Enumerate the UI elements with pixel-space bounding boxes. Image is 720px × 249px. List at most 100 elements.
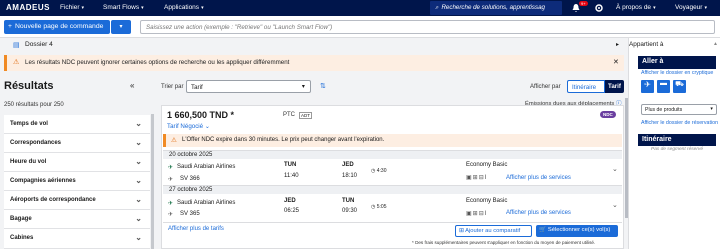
- flight-number: SV 366: [180, 176, 200, 182]
- select-flights-button[interactable]: 🛒 Sélectionner ce(s) vol(s): [536, 225, 618, 237]
- pax-label: PTC: [283, 112, 295, 118]
- offer-price: 1 660,500 TND *: [167, 110, 235, 120]
- cabin-class: Economy Basic: [466, 198, 508, 204]
- action-input[interactable]: Saisissez une action (exemple : "Retriev…: [140, 20, 715, 34]
- plus-icon: +: [8, 23, 12, 30]
- new-order-button[interactable]: + Nouvelle page de commande: [4, 20, 110, 34]
- pax-type: ADT: [299, 112, 312, 119]
- gear-icon[interactable]: [594, 3, 604, 13]
- global-search-input[interactable]: ⌕ Recherche de solutions, apprentissag: [430, 1, 562, 15]
- ndc-badge: NDC: [600, 111, 616, 118]
- menu-about[interactable]: À propos de ▾: [616, 4, 656, 11]
- amadeus-logo: AMADEUS: [6, 3, 50, 12]
- more-products-select[interactable]: Plus de produits ▾: [641, 104, 717, 115]
- more-services-link[interactable]: Afficher plus de services: [506, 175, 571, 181]
- payment-footnote: * Des frais supplémentaires peuvent s'ap…: [412, 240, 596, 245]
- side-panel-header: Appartient à: [629, 41, 664, 48]
- warning-icon: ⚠: [171, 137, 177, 144]
- sort-label: Trier par: [161, 84, 184, 90]
- plane-icon: ✈: [168, 212, 174, 218]
- chevron-down-icon: ⌄: [135, 214, 142, 223]
- new-order-dropdown-button[interactable]: ▾: [111, 20, 131, 34]
- chevron-down-icon: ▾: [119, 24, 123, 30]
- dossier-label[interactable]: Dossier 4: [25, 41, 53, 48]
- more-fares-link[interactable]: Afficher plus de tarifs: [168, 226, 224, 232]
- cabin-class: Economy Basic: [466, 162, 508, 168]
- goto-header: Aller à: [638, 56, 716, 69]
- command-bar: + Nouvelle page de commande ▾ Saisissez u…: [0, 16, 720, 38]
- reservation-link[interactable]: Afficher le dossier de réservation: [641, 120, 718, 126]
- display-itinerary-button[interactable]: Itinéraire: [567, 80, 605, 93]
- ndc-warning-banner: ⚠ Les résultats NDC peuvent ignorer cert…: [4, 55, 624, 71]
- chevron-down-icon[interactable]: ⌄: [612, 165, 618, 173]
- filter-connection-airports[interactable]: Aéroports de correspondance ⌄: [4, 191, 150, 210]
- chevron-down-icon: ▾: [301, 83, 305, 90]
- airline-name: Saudi Arabian Airlines: [177, 164, 236, 170]
- notification-badge: 9+: [579, 1, 588, 6]
- chevron-down-icon: ▾: [710, 106, 713, 112]
- filter-connections[interactable]: Correspondances ⌄: [4, 134, 150, 153]
- results-count: 250 résultats pour 250: [4, 102, 64, 108]
- chevron-down-icon: ⌄: [135, 157, 142, 166]
- dep-airport: JED: [284, 198, 296, 204]
- duration: ◷ 4:30: [371, 168, 387, 174]
- add-to-compare-button[interactable]: ⊞ Ajouter au comparatif: [455, 225, 532, 237]
- close-icon[interactable]: ✕: [613, 58, 619, 66]
- dep-airport: TUN: [284, 162, 297, 168]
- chevron-down-icon: ⌄: [135, 176, 142, 185]
- panel-toggle-icon[interactable]: ▸: [616, 41, 619, 48]
- filter-flight-time[interactable]: Temps de vol ⌄: [4, 115, 150, 134]
- airline-name: Saudi Arabian Airlines: [177, 200, 236, 206]
- menu-fichier[interactable]: Fichier ▾: [60, 4, 84, 11]
- segment-date-bar: 27 octobre 2025: [163, 185, 622, 194]
- amenities-icons: ▣⊞⊟Ⅰ: [466, 211, 488, 217]
- filter-flight-hour[interactable]: Heure du vol ⌄: [4, 153, 150, 172]
- hotel-icon[interactable]: ▬: [657, 80, 670, 93]
- filter-cabins[interactable]: Cabines ⌄: [4, 229, 150, 249]
- itinerary-header: Itinéraire: [638, 134, 716, 146]
- collapse-filters-icon[interactable]: «: [130, 81, 134, 90]
- menu-applications[interactable]: Applications ▾: [164, 4, 204, 11]
- top-nav-bar: AMADEUS Fichier ▾ Smart Flows ▾ Applicatio…: [0, 0, 720, 16]
- plane-icon: ✈: [168, 177, 174, 183]
- more-services-link[interactable]: Afficher plus de services: [506, 210, 571, 216]
- segment-date: 20 octobre 2025: [169, 152, 213, 158]
- flight-icon[interactable]: ✈: [641, 80, 654, 93]
- sort-order-icon[interactable]: ⇅: [320, 82, 326, 90]
- crypto-link[interactable]: Afficher le dossier en cryptique: [641, 70, 713, 76]
- search-icon: ⌕: [435, 4, 439, 11]
- arr-airport: TUN: [342, 198, 355, 204]
- compare-icon: ⊞: [459, 228, 464, 234]
- chevron-down-icon: ⌄: [135, 233, 142, 242]
- filter-baggage[interactable]: Bagage ⌄: [4, 210, 150, 229]
- amenities-icons: ▣⊞⊟Ⅰ: [466, 175, 488, 181]
- cart-icon: 🛒: [539, 227, 547, 233]
- filters-scrollbar[interactable]: [151, 114, 154, 249]
- chevron-down-icon: ⌄: [204, 123, 211, 130]
- fare-type-dropdown[interactable]: Tarif Négocié ⌄: [167, 123, 210, 130]
- chevron-down-icon: ⌄: [135, 119, 142, 128]
- airline-logo-icon: ✈: [168, 165, 174, 171]
- arr-time: 09:30: [342, 208, 358, 214]
- display-fare-button[interactable]: Tarif: [605, 80, 624, 93]
- scroll-up-icon[interactable]: ▲: [713, 41, 718, 47]
- offer-expiry-banner: ⚠ L'Offer NDC expire dans 30 minutes. Le…: [163, 134, 622, 147]
- expiry-text: L'Offer NDC expire dans 30 minutes. Le p…: [182, 137, 385, 143]
- chevron-down-icon[interactable]: ⌄: [612, 201, 618, 209]
- arr-airport: JED: [342, 162, 354, 168]
- duration: ◷ 5:05: [371, 204, 387, 210]
- warning-text: Les résultats NDC peuvent ignorer certai…: [25, 59, 290, 66]
- dossier-icon: ▤: [13, 42, 20, 49]
- segment-date-bar: 20 octobre 2025: [163, 150, 622, 159]
- menu-traveler[interactable]: Voyageur ▾: [675, 4, 707, 11]
- filter-airlines[interactable]: Compagnies aériennes ⌄: [4, 172, 150, 191]
- dossier-bar: ▤ Dossier 4 ▸: [0, 38, 628, 53]
- arr-time: 18:10: [342, 173, 358, 179]
- chevron-down-icon: ⌄: [135, 138, 142, 147]
- clock-icon: ◷: [371, 204, 376, 210]
- dep-time: 06:25: [284, 208, 300, 214]
- car-icon[interactable]: ⛟: [673, 80, 686, 93]
- sort-select[interactable]: Tarif ▾: [186, 80, 311, 93]
- menu-smart-flows[interactable]: Smart Flows ▾: [103, 4, 144, 11]
- display-by-label: Afficher par: [530, 84, 561, 90]
